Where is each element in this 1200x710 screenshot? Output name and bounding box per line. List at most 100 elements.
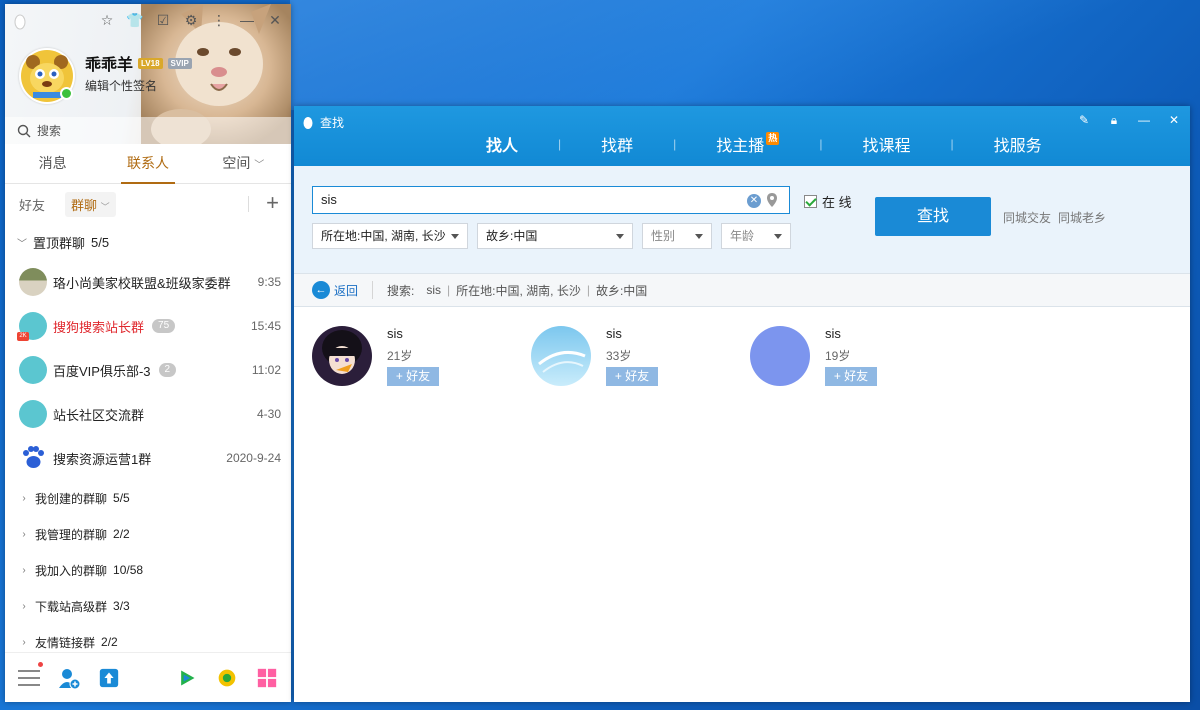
level-badge[interactable]: LV18 (138, 57, 163, 69)
lock-icon[interactable]: 🔒︎ (1104, 112, 1124, 128)
list-item[interactable]: 百度VIP俱乐部-3 2 11:02 (5, 348, 291, 392)
folder-managed-groups[interactable]: › 我管理的群聊 2/2 (5, 516, 291, 552)
result-age: 33岁 (606, 349, 632, 363)
file-transfer-icon[interactable] (97, 666, 121, 690)
group-avatar-icon (19, 268, 47, 296)
folder-joined-groups[interactable]: › 我加入的群聊 10/58 (5, 552, 291, 588)
result-name[interactable]: sis (825, 326, 841, 341)
folder-created-groups[interactable]: › 我创建的群聊 5/5 (5, 480, 291, 516)
tab-find-people[interactable]: 找人 (474, 132, 530, 173)
qq-penguin-logo (14, 14, 26, 30)
result-avatar[interactable] (531, 326, 591, 386)
add-contact-icon[interactable] (57, 666, 81, 690)
list-item-name: 站长社区交流群 (53, 407, 145, 423)
avatar[interactable] (19, 48, 75, 104)
nickname[interactable]: 乖乖羊 LV18 SVIP (85, 51, 192, 75)
qq-penguin-icon (303, 116, 313, 129)
list-item[interactable]: 搜索资源运营1群 2020-9-24 (5, 436, 291, 480)
add-friend-button[interactable]: + 好友 (606, 367, 658, 386)
add-friend-button[interactable]: + 好友 (825, 367, 877, 386)
qq-music-icon[interactable] (215, 666, 239, 690)
result-card[interactable]: sis 33岁 + 好友 (531, 326, 731, 388)
close-icon[interactable]: ✕ (1164, 112, 1184, 128)
list-item[interactable]: 2K 搜狗搜索站长群 75 15:45 (5, 304, 291, 348)
minimize-icon[interactable]: — (1134, 112, 1154, 128)
tab-find-streamers[interactable]: 找主播热 (704, 132, 791, 156)
contact-search-input[interactable]: 搜索 (5, 117, 291, 144)
tab-messages[interactable]: 消息 (5, 144, 100, 183)
bottom-toolbar (5, 652, 291, 702)
dropdown-arrow-icon (616, 234, 624, 239)
search-placeholder: 搜索 (37, 124, 62, 138)
result-name[interactable]: sis (387, 326, 403, 341)
app-manager-icon[interactable] (255, 666, 279, 690)
list-item-time: 2020-9-24 (226, 451, 281, 465)
signature-field[interactable]: 编辑个性签名 (85, 77, 157, 94)
contact-subtabs: 好友 群聊 ﹀ + (5, 184, 291, 224)
result-age: 19岁 (825, 349, 851, 363)
list-item-time: 9:35 (257, 275, 281, 289)
location-select[interactable]: 所在地:中国, 湖南, 长沙 (312, 223, 468, 249)
group-avatar-icon: 2K (17, 312, 47, 341)
local-dating-link[interactable]: 同城交友 (1003, 209, 1051, 226)
tencent-video-icon[interactable] (175, 666, 199, 690)
star-icon[interactable]: ☆ (99, 12, 115, 28)
find-window: 查找 ✎ 🔒︎ — ✕ 找人 | 找群 | 找主播热 | 找课程 | 找服务 s… (294, 106, 1190, 702)
svip-badge[interactable]: SVIP (167, 57, 192, 69)
tab-find-services[interactable]: 找服务 (982, 132, 1054, 156)
add-friend-button[interactable]: + 好友 (387, 367, 439, 386)
search-button[interactable]: 查找 (875, 197, 991, 236)
subtab-groups[interactable]: 群聊 ﹀ (65, 191, 116, 217)
search-breadcrumb: ← 返回 搜索: sis | 所在地:中国, 湖南, 长沙 | 故乡:中国 (294, 273, 1190, 307)
tab-qzone[interactable]: 空间 ﹀ (196, 144, 291, 183)
list-item-name: 珞小尚美家校联盟&班级家委群 (53, 275, 231, 291)
online-checkbox[interactable]: 在 线 (804, 192, 852, 211)
skin-icon[interactable]: 👕 (126, 12, 143, 28)
result-avatar[interactable] (750, 326, 810, 386)
subtab-friends[interactable]: 好友 (19, 195, 45, 214)
keyword-input[interactable]: sis ✕ (312, 186, 790, 214)
dropdown-arrow-icon (451, 234, 459, 239)
inbox-icon[interactable]: ☑ (155, 12, 171, 28)
age-select[interactable]: 年龄 (721, 223, 791, 249)
add-icon[interactable]: + (266, 192, 279, 214)
crumb-query: sis (426, 283, 442, 297)
minimize-icon[interactable]: — (239, 12, 255, 28)
result-avatar[interactable] (312, 326, 372, 386)
list-item[interactable]: 站长社区交流群 4-30 (5, 392, 291, 436)
tab-separator: | (673, 137, 677, 151)
find-window-title: 查找 (302, 114, 344, 131)
chevron-right-icon: › (22, 600, 26, 612)
chevron-right-icon: › (22, 564, 26, 576)
crumb-hometown: 故乡:中国 (595, 283, 648, 298)
result-name[interactable]: sis (606, 326, 622, 341)
folder-count: 10/58 (113, 563, 144, 577)
back-link[interactable]: 返回 (334, 282, 358, 299)
tab-qzone-label: 空间 (222, 155, 251, 171)
tab-find-courses[interactable]: 找课程 (850, 132, 922, 156)
dropdown-arrow-icon (774, 234, 782, 239)
result-card[interactable]: sis 19岁 + 好友 (750, 326, 950, 388)
location-value: 所在地:中国, 湖南, 长沙 (321, 229, 446, 243)
result-card[interactable]: sis 21岁 + 好友 (312, 326, 512, 388)
hometown-select[interactable]: 故乡:中国 (477, 223, 633, 249)
back-arrow-icon[interactable]: ← (312, 281, 330, 299)
close-icon[interactable]: ✕ (267, 12, 283, 28)
settings-icon[interactable]: ⚙ (183, 12, 199, 28)
list-item-name: 搜狗搜索站长群 (53, 319, 145, 335)
tab-separator: | (950, 137, 954, 151)
clear-icon[interactable]: ✕ (747, 194, 761, 208)
tab-contacts[interactable]: 联系人 (100, 144, 195, 184)
hometown-fellow-link[interactable]: 同城老乡 (1058, 209, 1106, 226)
list-item[interactable]: 珞小尚美家校联盟&班级家委群 9:35 (5, 260, 291, 304)
feedback-icon[interactable]: ✎ (1074, 112, 1094, 128)
tab-find-groups[interactable]: 找群 (589, 132, 645, 156)
chevron-right-icon: › (22, 528, 26, 540)
main-menu-icon[interactable] (17, 661, 43, 690)
folder-download-groups[interactable]: › 下载站高级群 3/3 (5, 588, 291, 624)
more-icon[interactable]: ⋮ (211, 12, 227, 28)
location-pin-icon[interactable] (767, 193, 777, 207)
pinned-group-header[interactable]: ﹀ 置顶群聊 5/5 (5, 224, 291, 260)
crumb-separator: | (586, 283, 590, 297)
gender-select[interactable]: 性别 (642, 223, 712, 249)
